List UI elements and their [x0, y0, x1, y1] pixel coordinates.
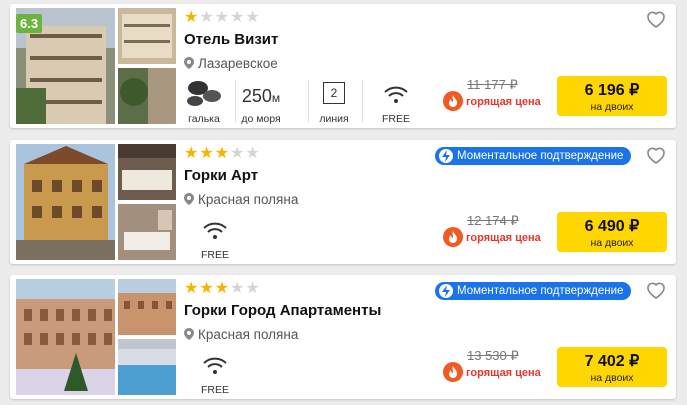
distance-label: до моря — [241, 113, 281, 125]
old-price: 12 174 ₽ — [467, 213, 519, 228]
hot-price-label: горящая цена — [466, 367, 541, 379]
wifi-label: FREE — [381, 113, 410, 125]
wifi-amenity: FREE — [376, 76, 416, 126]
hotel-card[interactable]: ★★★★★ Горки Город Апартаменты Красная по… — [10, 275, 676, 399]
price-value: 6 490 ₽ — [584, 218, 640, 235]
star-rating: ★★★★★ — [184, 280, 261, 297]
hotel-photo[interactable] — [118, 68, 176, 124]
hot-price-label: горящая цена — [466, 96, 541, 108]
distance-value: 250 — [241, 86, 272, 106]
hotel-photo[interactable] — [118, 279, 176, 335]
wifi-amenity: FREE — [195, 212, 235, 262]
line-label: линия — [319, 113, 349, 125]
distance-value-row: 250м — [236, 86, 286, 107]
hotel-photo[interactable] — [118, 339, 176, 395]
line-amenity: 2 линия — [313, 76, 355, 126]
wifi-label: FREE — [200, 249, 229, 261]
hotel-photo[interactable] — [118, 204, 176, 260]
pin-icon — [184, 193, 194, 205]
favorite-heart-icon[interactable] — [646, 281, 666, 299]
old-price: 13 530 ₽ — [467, 348, 519, 363]
flame-icon — [443, 362, 463, 382]
favorite-heart-icon[interactable] — [646, 146, 666, 164]
photo-gallery[interactable] — [16, 279, 176, 395]
hotel-card[interactable]: 6.3 ★★★★★ Отель Визит Лазаревское галька… — [10, 4, 676, 128]
hotel-location: Лазаревское — [184, 56, 278, 71]
hotel-photo[interactable] — [118, 8, 176, 64]
divider — [308, 80, 309, 122]
hotel-name[interactable]: Горки Город Апартаменты — [184, 302, 381, 319]
price-button[interactable]: 7 402 ₽ на двоих — [557, 347, 667, 387]
beach-amenity: галька — [184, 76, 224, 126]
price-value: 6 196 ₽ — [584, 82, 640, 99]
hotel-name[interactable]: Отель Визит — [184, 31, 278, 48]
price-button[interactable]: 6 196 ₽ на двоих — [557, 76, 667, 116]
flame-icon — [443, 227, 463, 247]
rating-badge: 6.3 — [16, 14, 43, 33]
lightning-icon — [439, 149, 453, 163]
price-value: 7 402 ₽ — [584, 353, 640, 370]
star-rating: ★★★★★ — [184, 145, 261, 162]
hot-price-label: горящая цена — [466, 232, 541, 244]
price-subtext: на двоих — [590, 237, 634, 249]
flame-icon — [443, 91, 463, 111]
location-text: Лазаревское — [198, 56, 278, 71]
star-rating: ★★★★★ — [184, 9, 261, 26]
beach-label: галька — [188, 113, 220, 125]
divider — [362, 80, 363, 122]
wifi-label: FREE — [200, 384, 229, 396]
price-button[interactable]: 6 490 ₽ на двоих — [557, 212, 667, 252]
photo-gallery[interactable] — [16, 144, 176, 260]
location-text: Красная поляна — [198, 192, 299, 207]
hotel-location: Красная поляна — [184, 192, 298, 207]
lightning-icon — [439, 284, 453, 298]
hotel-photo[interactable] — [118, 144, 176, 200]
confirm-badge-text: Моментальное подтверждение — [457, 150, 624, 162]
hotel-location: Красная поляна — [184, 327, 298, 342]
price-subtext: на двоих — [590, 101, 634, 113]
instant-confirmation-badge: Моментальное подтверждение — [435, 147, 632, 165]
line-number: 2 — [323, 82, 345, 104]
distance-amenity: 250м до моря — [236, 76, 286, 126]
hotel-name[interactable]: Горки Арт — [184, 167, 258, 184]
favorite-heart-icon[interactable] — [646, 10, 666, 28]
wifi-icon — [384, 86, 408, 103]
wifi-amenity: FREE — [195, 347, 235, 397]
wifi-icon — [203, 222, 227, 239]
old-price: 11 177 ₽ — [467, 77, 518, 92]
wifi-icon — [203, 357, 227, 374]
hotel-photo[interactable] — [16, 279, 115, 395]
location-text: Красная поляна — [198, 327, 299, 342]
price-subtext: на двоих — [590, 372, 634, 384]
pin-icon — [184, 328, 194, 340]
instant-confirmation-badge: Моментальное подтверждение — [435, 282, 632, 300]
hotel-card[interactable]: ★★★★★ Горки Арт Красная поляна FREE Моме… — [10, 140, 676, 264]
distance-unit: м — [271, 91, 281, 105]
pebbles-icon — [187, 81, 221, 106]
photo-gallery[interactable]: 6.3 — [16, 8, 176, 124]
pin-icon — [184, 57, 194, 69]
hotel-photo[interactable] — [16, 144, 115, 260]
confirm-badge-text: Моментальное подтверждение — [457, 285, 624, 297]
